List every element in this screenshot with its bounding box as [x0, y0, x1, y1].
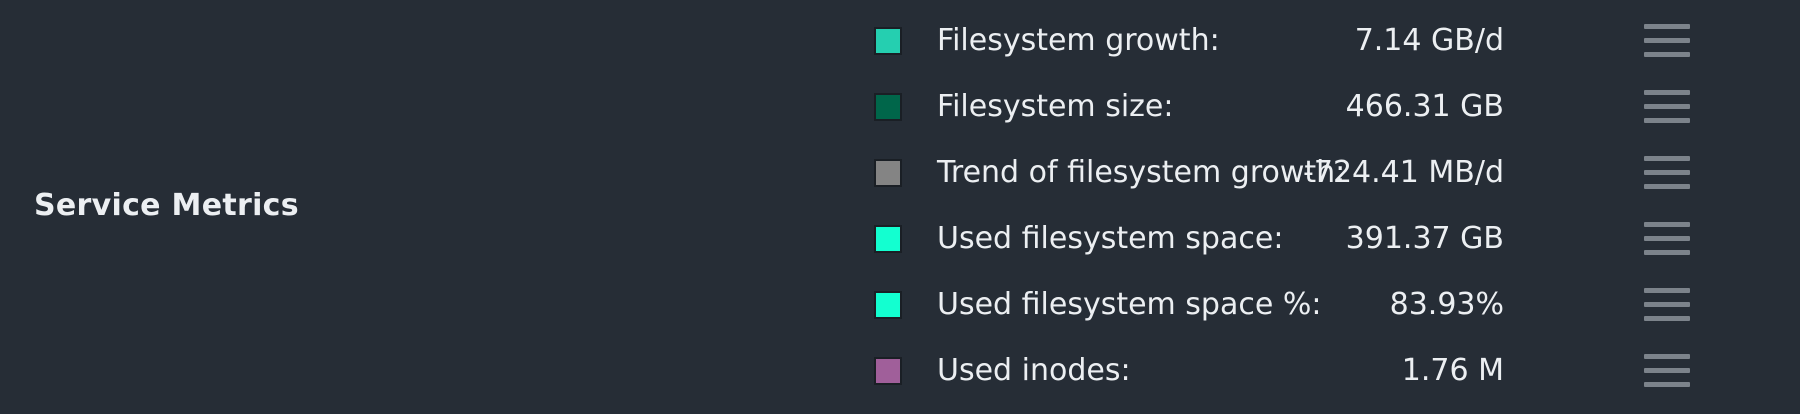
metric-value: 1.76 M [1401, 353, 1504, 388]
metric-value: -724.41 MB/d [1303, 155, 1504, 190]
metric-name: Used inodes: [937, 353, 1131, 388]
metric-row-trend-filesystem-growth: Trend of filesystem growth: -724.41 MB/d [874, 140, 1694, 206]
hamburger-menu-icon[interactable] [1644, 24, 1690, 58]
metric-value: 466.31 GB [1345, 89, 1504, 124]
hamburger-menu-icon[interactable] [1644, 354, 1690, 388]
metric-row-filesystem-size: Filesystem size: 466.31 GB [874, 74, 1694, 140]
metric-value: 391.37 GB [1345, 221, 1504, 256]
color-swatch [874, 93, 902, 121]
metric-row-filesystem-growth: Filesystem growth: 7.14 GB/d [874, 8, 1694, 74]
color-swatch [874, 159, 902, 187]
metric-row-used-inodes: Used inodes: 1.76 M [874, 338, 1694, 404]
metric-row-used-filesystem-space-percent: Used filesystem space %: 83.93% [874, 272, 1694, 338]
metric-row-used-filesystem-space: Used filesystem space: 391.37 GB [874, 206, 1694, 272]
color-swatch [874, 291, 902, 319]
color-swatch [874, 27, 902, 55]
color-swatch [874, 357, 902, 385]
metrics-list: Filesystem growth: 7.14 GB/d Filesystem … [874, 8, 1694, 404]
metric-name: Filesystem size: [937, 89, 1174, 124]
section-title: Service Metrics [34, 188, 299, 223]
metric-value: 7.14 GB/d [1354, 23, 1504, 58]
hamburger-menu-icon[interactable] [1644, 156, 1690, 190]
hamburger-menu-icon[interactable] [1644, 222, 1690, 256]
metric-value: 83.93% [1389, 287, 1504, 322]
color-swatch [874, 225, 902, 253]
hamburger-menu-icon[interactable] [1644, 288, 1690, 322]
hamburger-menu-icon[interactable] [1644, 90, 1690, 124]
metric-name: Filesystem growth: [937, 23, 1220, 58]
